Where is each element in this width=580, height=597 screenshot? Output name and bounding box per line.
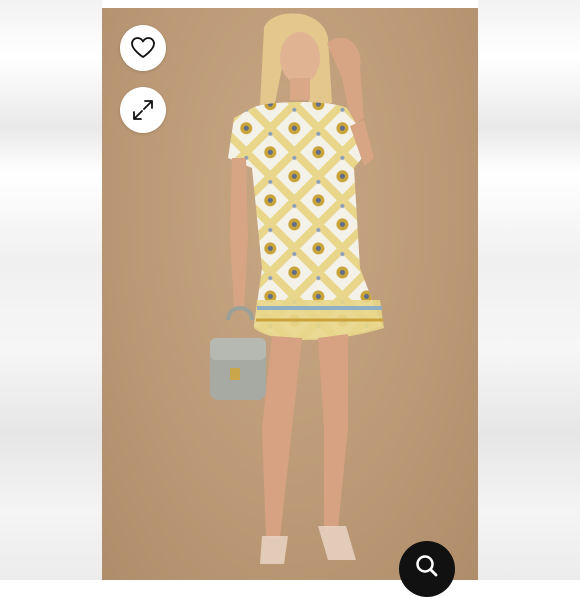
like-button[interactable]: [120, 25, 166, 71]
left-blurred-backdrop: [0, 0, 102, 580]
expand-icon: [133, 100, 153, 120]
heart-icon: [131, 37, 155, 58]
visual-search-button[interactable]: [399, 541, 455, 597]
right-blurred-backdrop: [478, 0, 580, 580]
search-icon: [416, 555, 438, 577]
expand-image-button[interactable]: [120, 87, 166, 133]
